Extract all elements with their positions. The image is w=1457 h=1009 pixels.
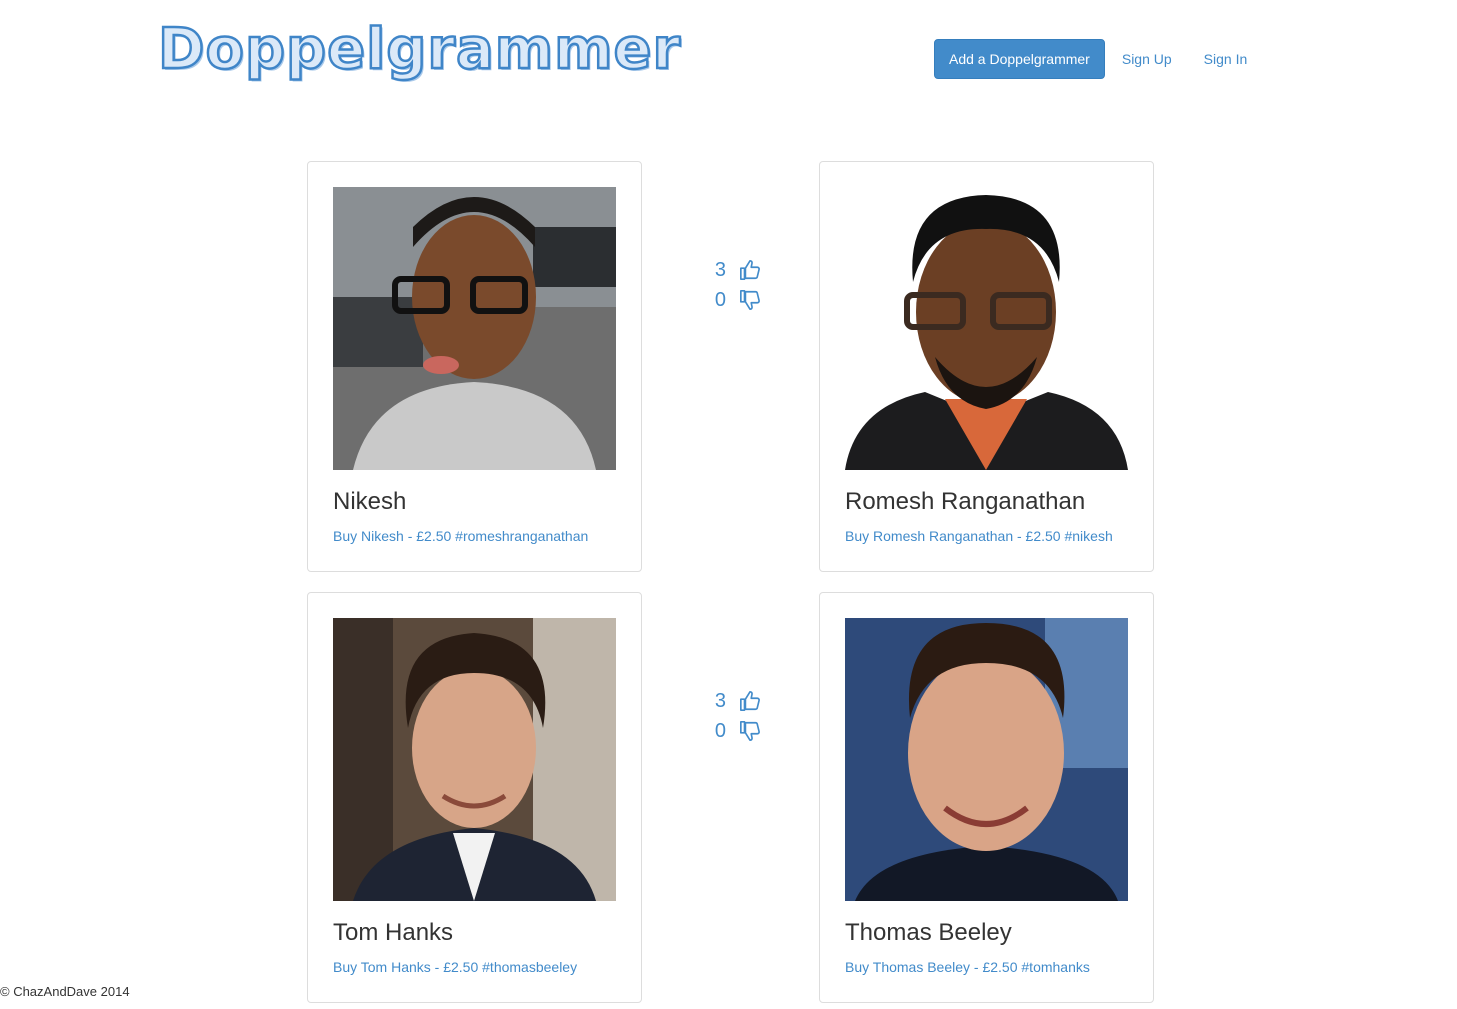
sign-up-link[interactable]: Sign Up [1122,39,1187,79]
person-card: Nikesh Buy Nikesh - £2.50 #romeshrangana… [307,161,642,572]
upvote-row: 3 [704,686,784,716]
buy-link[interactable]: Buy Nikesh - £2.50 #romeshranganathan [333,528,588,544]
footer-copyright: © ChazAndDave 2014 [0,984,130,999]
page: Doppelgrammer Add a Doppelgrammer Sign U… [0,0,1457,1009]
buy-link[interactable]: Buy Thomas Beeley - £2.50 #tomhanks [845,959,1090,975]
buy-link[interactable]: Buy Romesh Ranganathan - £2.50 #nikesh [845,528,1113,544]
add-doppelgrammer-button[interactable]: Add a Doppelgrammer [934,39,1105,79]
downvote-count: 0 [714,288,726,311]
upvote-count: 3 [714,689,726,712]
person-name: Nikesh [333,488,407,515]
thumbs-up-icon[interactable] [738,258,762,282]
thumbs-down-icon[interactable] [738,288,762,312]
person-photo-placeholder [845,618,1128,901]
top-nav: Add a Doppelgrammer Sign Up Sign In [934,39,1262,79]
sign-in-link[interactable]: Sign In [1204,39,1263,79]
downvote-count: 0 [714,719,726,742]
person-photo-placeholder [333,618,616,901]
person-name: Thomas Beeley [845,919,1012,946]
downvote-row: 0 [704,716,784,746]
downvote-row: 0 [704,285,784,315]
person-name: Romesh Ranganathan [845,488,1086,515]
person-card: Thomas Beeley Buy Thomas Beeley - £2.50 … [819,592,1154,1003]
person-photo [845,187,1128,470]
upvote-row: 3 [704,255,784,285]
vote-panel: 3 0 [704,255,784,315]
thumbs-up-icon[interactable] [738,689,762,713]
person-photo [333,187,616,470]
person-photo [333,618,616,901]
thumbs-down-icon[interactable] [738,719,762,743]
person-photo-placeholder [333,187,616,470]
site-logo[interactable]: Doppelgrammer [157,20,682,79]
person-photo-placeholder [845,187,1128,470]
person-card: Tom Hanks Buy Tom Hanks - £2.50 #thomasb… [307,592,642,1003]
person-card: Romesh Ranganathan Buy Romesh Ranganatha… [819,161,1154,572]
buy-link[interactable]: Buy Tom Hanks - £2.50 #thomasbeeley [333,959,577,975]
person-name: Tom Hanks [333,919,454,946]
vote-panel: 3 0 [704,686,784,746]
upvote-count: 3 [714,258,726,281]
person-photo [845,618,1128,901]
